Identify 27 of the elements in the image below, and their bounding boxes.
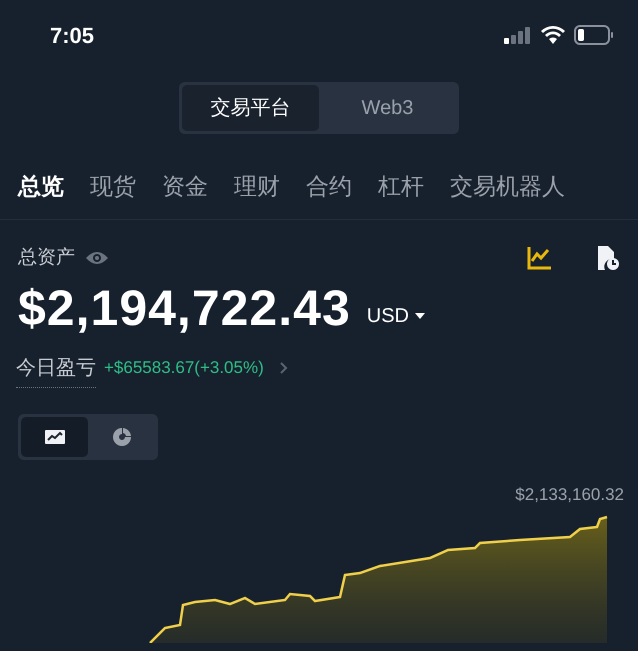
nav-tab[interactable]: 杠杆 — [378, 168, 424, 204]
chevron-right-icon[interactable] — [280, 362, 288, 374]
platform-tab[interactable]: Web3 — [319, 85, 456, 131]
chart-max-label: $2,133,160.32 — [515, 484, 624, 506]
document-clock-icon[interactable] — [596, 245, 620, 272]
total-balance: $2,194,722.43 — [18, 282, 351, 332]
caret-icon — [415, 312, 425, 318]
wifi-icon — [540, 25, 566, 45]
total-assets-label: 总资产 — [18, 246, 75, 270]
currency-selector[interactable]: USD — [366, 300, 425, 330]
daily-pnl-label: 今日盈亏 — [16, 352, 96, 388]
chart-type-tab[interactable] — [21, 416, 88, 456]
signal-icon — [504, 26, 532, 44]
line-chart-icon — [44, 430, 64, 444]
nav-tab[interactable]: 总览 — [18, 168, 64, 204]
battery-icon — [574, 25, 614, 45]
daily-pnl-value: +$65583.67(+3.05%) — [104, 357, 264, 380]
nav-tab[interactable]: 理财 — [234, 168, 280, 204]
status-time: 7:05 — [50, 22, 94, 50]
nav-tab[interactable]: 合约 — [306, 168, 352, 204]
platform-tab[interactable]: 交易平台 — [182, 85, 319, 131]
nav-tab[interactable]: 交易机器人 — [450, 168, 565, 204]
line-chart-icon[interactable] — [526, 245, 552, 272]
nav-tab[interactable]: 资金 — [162, 168, 208, 204]
eye-icon[interactable] — [85, 250, 109, 266]
nav-tab[interactable]: 现货 — [90, 168, 136, 204]
pie-chart-icon — [112, 426, 132, 446]
